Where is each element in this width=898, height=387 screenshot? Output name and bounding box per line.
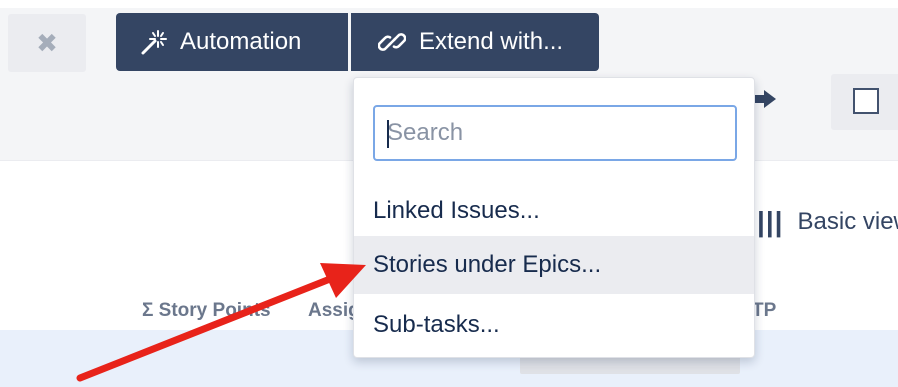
search-input[interactable] xyxy=(375,107,735,159)
search-field[interactable] xyxy=(373,105,737,161)
basic-view-label: Basic view xyxy=(797,208,898,235)
close-icon: ✖ xyxy=(36,27,58,58)
checkbox-icon xyxy=(853,88,879,114)
automation-label: Automation xyxy=(180,28,302,55)
extend-with-dropdown: Linked Issues... Stories under Epics... … xyxy=(353,77,755,358)
column-header-story-points[interactable]: Σ Story Points xyxy=(142,300,271,322)
basic-view-toggle[interactable]: ||| Basic view xyxy=(757,206,898,238)
extend-with-button[interactable]: Extend with... xyxy=(351,13,599,71)
text-caret xyxy=(387,120,389,148)
extend-with-label: Extend with... xyxy=(419,28,564,55)
select-all-button[interactable] xyxy=(831,74,898,130)
automation-button[interactable]: Automation xyxy=(116,13,348,71)
columns-icon: ||| xyxy=(757,206,784,237)
menu-item-stories-under-epics[interactable]: Stories under Epics... xyxy=(354,236,754,294)
link-icon xyxy=(377,27,407,57)
close-button[interactable]: ✖ xyxy=(8,14,86,72)
menu-item-linked-issues[interactable]: Linked Issues... xyxy=(354,182,754,240)
top-edge xyxy=(0,0,898,8)
table-cell-placeholder xyxy=(520,356,740,374)
column-header-tp[interactable]: TP xyxy=(752,300,776,322)
menu-item-sub-tasks[interactable]: Sub-tasks... xyxy=(354,296,754,354)
arrow-right-icon[interactable] xyxy=(752,88,778,116)
magic-wand-icon xyxy=(138,27,168,57)
